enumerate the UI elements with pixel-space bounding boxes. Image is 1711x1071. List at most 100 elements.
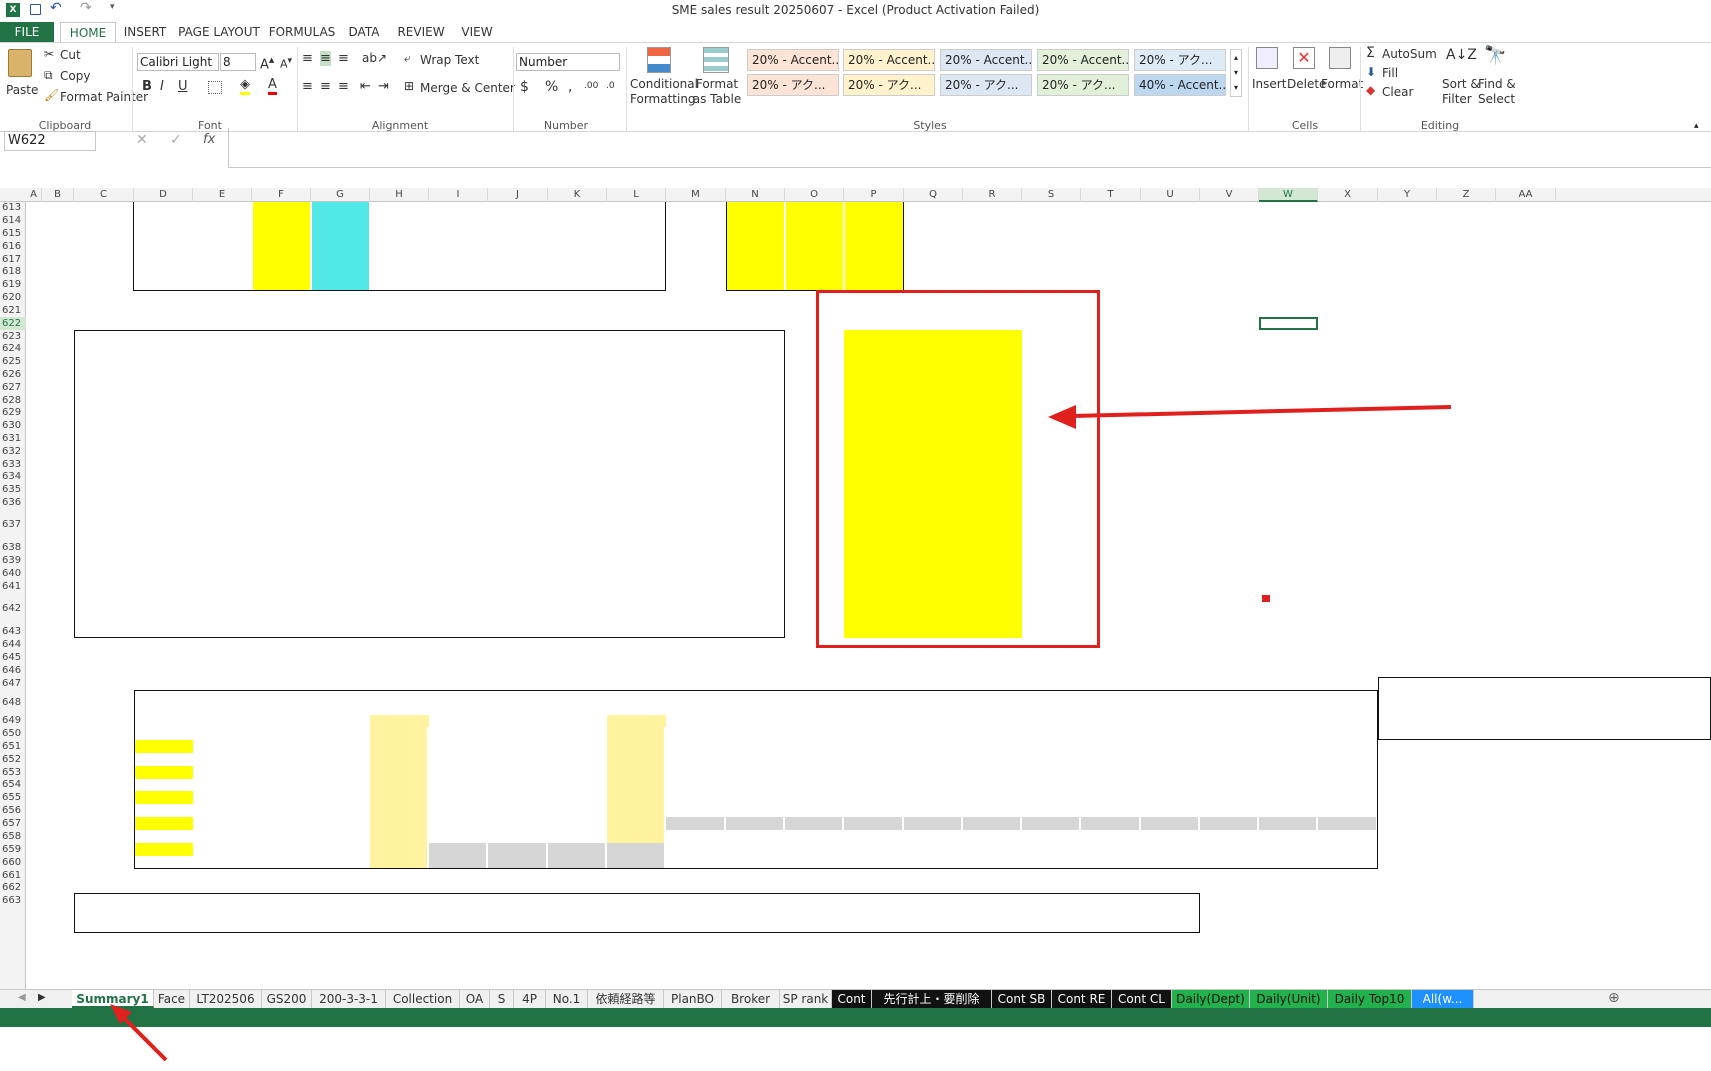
- conditional-formatting-icon[interactable]: [647, 47, 671, 73]
- cell-style-2[interactable]: 20% - Accent...: [843, 49, 935, 71]
- percent-icon[interactable]: %: [545, 79, 558, 95]
- sec3-cell[interactable]: [1496, 740, 1554, 753]
- sec3-cell[interactable]: [1496, 817, 1554, 830]
- tab-insert[interactable]: INSERT: [118, 22, 172, 42]
- sec3-cell[interactable]: [1556, 856, 1558, 869]
- column-header-B[interactable]: B: [42, 188, 74, 202]
- column-header-O[interactable]: O: [785, 188, 844, 202]
- format-painter-button[interactable]: Format Painter: [60, 90, 148, 104]
- tab-review[interactable]: REVIEW: [392, 22, 450, 42]
- find-select-icon[interactable]: 🔭: [1484, 45, 1506, 66]
- row-header-618[interactable]: 618: [0, 266, 26, 278]
- wrap-text-button[interactable]: Wrap Text: [420, 53, 479, 67]
- row-header-657[interactable]: 657: [0, 817, 26, 830]
- copy-button[interactable]: Copy: [60, 69, 90, 83]
- sec3-cell[interactable]: [1437, 779, 1494, 791]
- column-header-V[interactable]: V: [1200, 188, 1259, 202]
- row-header-660[interactable]: 660: [0, 856, 26, 869]
- align-top-icon[interactable]: ≡: [302, 51, 313, 66]
- row-header-624[interactable]: 624: [0, 343, 26, 355]
- row-header-661[interactable]: 661: [0, 869, 26, 882]
- sec3-note[interactable]: [26, 817, 132, 830]
- column-header-Y[interactable]: Y: [1378, 188, 1437, 202]
- column-header-H[interactable]: H: [370, 188, 429, 202]
- row-header-640[interactable]: 640: [0, 567, 26, 580]
- row-header-641[interactable]: 641: [0, 580, 26, 593]
- tab-home[interactable]: HOME: [60, 22, 116, 42]
- row-header-645[interactable]: 645: [0, 651, 26, 664]
- sort-filter-button[interactable]: Sort & Filter: [1442, 77, 1482, 107]
- cell-style-7[interactable]: 20% - アク...: [843, 74, 935, 96]
- merge-center-button[interactable]: Merge & Center: [420, 81, 515, 95]
- find-select-button[interactable]: Find & Select: [1478, 77, 1518, 107]
- font-name-select[interactable]: Calibri Light: [137, 53, 219, 71]
- column-header-R[interactable]: R: [963, 188, 1022, 202]
- bold-icon[interactable]: B: [142, 79, 152, 94]
- align-left-icon[interactable]: ≡: [302, 79, 313, 94]
- sec3-cell[interactable]: [1496, 779, 1554, 791]
- column-header-C[interactable]: C: [74, 188, 134, 202]
- row-header-613[interactable]: 613: [0, 202, 26, 214]
- row-header-632[interactable]: 632: [0, 445, 26, 458]
- sheet-tab[interactable]: Cont RE: [1052, 990, 1112, 1008]
- underline-icon[interactable]: U: [178, 79, 188, 94]
- format-button[interactable]: Format: [1321, 77, 1363, 91]
- tab-page-layout[interactable]: PAGE LAYOUT: [176, 22, 262, 42]
- sort-filter-icon[interactable]: A↓Z: [1446, 47, 1477, 63]
- align-right-icon[interactable]: ≡: [338, 79, 349, 94]
- next-sheet-icon[interactable]: ▶: [38, 992, 46, 1003]
- number-format-select[interactable]: Number: [516, 53, 620, 71]
- sec3-cell[interactable]: [1437, 740, 1494, 753]
- comma-icon[interactable]: ,: [568, 79, 572, 95]
- clear-icon[interactable]: ◆: [1366, 83, 1375, 97]
- cell-style-3[interactable]: 20% - Accent...: [940, 49, 1032, 71]
- sec3-cell[interactable]: [1378, 779, 1435, 791]
- row-header-627[interactable]: 627: [0, 381, 26, 394]
- grow-font-icon[interactable]: A▴: [260, 53, 274, 72]
- row-header-623[interactable]: 623: [0, 330, 26, 343]
- sec3-head-ddt[interactable]: [666, 677, 1378, 690]
- decrease-decimal-icon[interactable]: .0: [606, 81, 615, 91]
- fill-color-icon[interactable]: ◈: [240, 77, 250, 95]
- name-box[interactable]: W622: [4, 131, 96, 151]
- italic-icon[interactable]: I: [160, 79, 164, 94]
- cell-style-1[interactable]: 20% - Accent...: [747, 49, 839, 71]
- sec3-cell[interactable]: [1437, 856, 1494, 869]
- currency-icon[interactable]: $: [520, 79, 529, 95]
- sec3-cell[interactable]: [1496, 766, 1554, 779]
- sec3-cell[interactable]: [1378, 753, 1435, 766]
- column-header-D[interactable]: D: [134, 188, 193, 202]
- sec3-note[interactable]: [26, 791, 132, 804]
- increase-decimal-icon[interactable]: .00: [584, 81, 598, 91]
- column-header-A[interactable]: A: [26, 188, 42, 202]
- column-header-S[interactable]: S: [1022, 188, 1081, 202]
- insert-function-icon[interactable]: fx: [203, 132, 215, 147]
- align-bottom-icon[interactable]: ≡: [338, 51, 349, 66]
- row-header-654[interactable]: 654: [0, 779, 26, 791]
- row-header-620[interactable]: 620: [0, 291, 26, 304]
- sec3-cell[interactable]: [1378, 766, 1435, 779]
- sec3-cell[interactable]: [1378, 856, 1435, 869]
- sec3-cell[interactable]: [1556, 843, 1558, 856]
- column-header-L[interactable]: L: [607, 188, 666, 202]
- sec3-note[interactable]: [26, 740, 132, 753]
- row-header-635[interactable]: 635: [0, 483, 26, 496]
- indent-decrease-icon[interactable]: ⇤: [360, 79, 371, 94]
- sec3-cell[interactable]: [1496, 843, 1554, 856]
- prev-sheet-icon[interactable]: ◀: [18, 992, 26, 1003]
- sec3-cell[interactable]: [1556, 753, 1558, 766]
- sheet-tab[interactable]: OA: [460, 990, 490, 1008]
- sheet-tab[interactable]: PlanBO: [664, 990, 722, 1008]
- column-header-J[interactable]: J: [488, 188, 548, 202]
- sheet-tab[interactable]: Cont: [832, 990, 872, 1008]
- sec3-cell[interactable]: [1437, 804, 1494, 817]
- column-header-AA[interactable]: AA: [1496, 188, 1556, 202]
- sec3-note[interactable]: [26, 766, 132, 779]
- column-header-K[interactable]: K: [548, 188, 607, 202]
- autosum-icon[interactable]: Σ: [1366, 45, 1375, 61]
- top-group-label[interactable]: [74, 227, 134, 292]
- row-header-653[interactable]: 653: [0, 766, 26, 779]
- selected-cell-w622[interactable]: [1259, 317, 1318, 330]
- cell-style-6[interactable]: 20% - アク...: [747, 74, 839, 96]
- orientation-icon[interactable]: ab↗: [362, 51, 387, 65]
